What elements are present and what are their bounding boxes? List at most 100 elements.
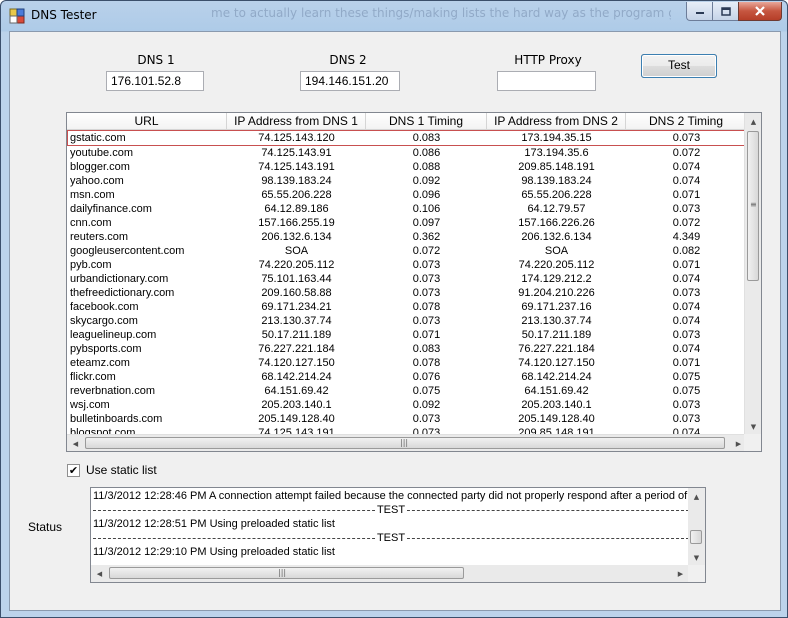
cell-dns2-timing[interactable]: 0.074	[626, 300, 747, 314]
cell-ip-dns1[interactable]: 65.55.206.228	[227, 188, 366, 202]
cell-url[interactable]: youtube.com	[67, 146, 227, 160]
cell-dns1-timing[interactable]: 0.106	[366, 202, 487, 216]
table-row[interactable]: thefreedictionary.com 209.160.58.88 0.073 9…	[67, 286, 747, 300]
dns2-input[interactable]: 194.146.151.20	[300, 71, 400, 91]
cell-ip-dns1[interactable]: 74.125.143.120	[227, 130, 366, 146]
cell-dns2-timing[interactable]: 0.073	[626, 412, 747, 426]
cell-ip-dns2[interactable]: 65.55.206.228	[487, 188, 626, 202]
table-row[interactable]: flickr.com 68.142.214.24 0.076 68.142.214.2…	[67, 370, 747, 384]
scroll-left-icon[interactable]: ◀	[91, 565, 108, 582]
cell-dns1-timing[interactable]: 0.073	[366, 314, 487, 328]
cell-url[interactable]: urbandictionary.com	[67, 272, 227, 286]
column-header-ip-dns2[interactable]: IP Address from DNS 2	[487, 113, 626, 130]
cell-dns1-timing[interactable]: 0.092	[366, 398, 487, 412]
table-row[interactable]: dailyfinance.com 64.12.89.186 0.106 64.12.7…	[67, 202, 747, 216]
table-row[interactable]: msn.com 65.55.206.228 0.096 65.55.206.228 0.…	[67, 188, 747, 202]
cell-dns2-timing[interactable]: 4.349	[626, 230, 747, 244]
table-row[interactable]: cnn.com 157.166.255.19 0.097 157.166.226.26…	[67, 216, 747, 230]
cell-ip-dns2[interactable]: SOA	[487, 244, 626, 258]
cell-url[interactable]: skycargo.com	[67, 314, 227, 328]
cell-ip-dns1[interactable]: 64.151.69.42	[227, 384, 366, 398]
test-button[interactable]: Test	[641, 54, 717, 78]
cell-ip-dns2[interactable]: 98.139.183.24	[487, 174, 626, 188]
grid-vertical-scrollbar[interactable]: ▲ ≡ ▼	[744, 113, 761, 435]
cell-dns1-timing[interactable]: 0.075	[366, 384, 487, 398]
cell-ip-dns2[interactable]: 50.17.211.189	[487, 328, 626, 342]
table-row[interactable]: pybsports.com 76.227.221.184 0.083 76.227.2…	[67, 342, 747, 356]
cell-ip-dns2[interactable]: 76.227.221.184	[487, 342, 626, 356]
cell-dns1-timing[interactable]: 0.362	[366, 230, 487, 244]
cell-dns1-timing[interactable]: 0.078	[366, 356, 487, 370]
cell-url[interactable]: eteamz.com	[67, 356, 227, 370]
cell-url[interactable]: dailyfinance.com	[67, 202, 227, 216]
use-static-list-checkbox[interactable]: ✔	[67, 464, 80, 477]
table-row[interactable]: googleusercontent.com SOA 0.072 SOA 0.082	[67, 244, 747, 258]
dns1-input[interactable]: 176.101.52.8	[106, 71, 204, 91]
maximize-button[interactable]	[712, 2, 738, 21]
cell-dns2-timing[interactable]: 0.074	[626, 314, 747, 328]
cell-ip-dns1[interactable]: 69.171.234.21	[227, 300, 366, 314]
cell-url[interactable]: leaguelineup.com	[67, 328, 227, 342]
cell-ip-dns1[interactable]: 157.166.255.19	[227, 216, 366, 230]
grid-horizontal-scroll-thumb[interactable]: |||	[85, 437, 725, 449]
cell-dns1-timing[interactable]: 0.078	[366, 300, 487, 314]
cell-dns2-timing[interactable]: 0.082	[626, 244, 747, 258]
cell-ip-dns2[interactable]: 206.132.6.134	[487, 230, 626, 244]
close-button[interactable]	[738, 2, 782, 21]
status-horizontal-scroll-thumb[interactable]: |||	[109, 567, 464, 579]
cell-ip-dns2[interactable]: 69.171.237.16	[487, 300, 626, 314]
cell-dns1-timing[interactable]: 0.083	[366, 130, 487, 146]
cell-ip-dns2[interactable]: 74.120.127.150	[487, 356, 626, 370]
cell-url[interactable]: wsj.com	[67, 398, 227, 412]
cell-dns2-timing[interactable]: 0.074	[626, 272, 747, 286]
cell-url[interactable]: gstatic.com	[67, 130, 227, 146]
cell-ip-dns1[interactable]: 213.130.37.74	[227, 314, 366, 328]
cell-ip-dns2[interactable]: 64.12.79.57	[487, 202, 626, 216]
status-log[interactable]: 11/3/2012 12:28:46 PM A connection attem…	[90, 487, 706, 583]
cell-dns1-timing[interactable]: 0.088	[366, 160, 487, 174]
scroll-right-icon[interactable]: ▶	[672, 565, 689, 582]
scroll-left-icon[interactable]: ◀	[67, 435, 84, 451]
cell-ip-dns1[interactable]: 64.12.89.186	[227, 202, 366, 216]
cell-ip-dns1[interactable]: 68.142.214.24	[227, 370, 366, 384]
cell-dns1-timing[interactable]: 0.083	[366, 342, 487, 356]
cell-url[interactable]: msn.com	[67, 188, 227, 202]
table-row[interactable]: urbandictionary.com 75.101.163.44 0.073 174…	[67, 272, 747, 286]
grid-vertical-scroll-thumb[interactable]: ≡	[747, 131, 759, 281]
cell-dns2-timing[interactable]: 0.073	[626, 286, 747, 300]
cell-dns2-timing[interactable]: 0.074	[626, 160, 747, 174]
use-static-list-label[interactable]: Use static list	[86, 463, 157, 477]
cell-dns1-timing[interactable]: 0.072	[366, 244, 487, 258]
cell-ip-dns1[interactable]: 75.101.163.44	[227, 272, 366, 286]
cell-dns1-timing[interactable]: 0.073	[366, 286, 487, 300]
column-header-dns2-timing[interactable]: DNS 2 Timing	[626, 113, 747, 130]
cell-dns1-timing[interactable]: 0.073	[366, 272, 487, 286]
cell-url[interactable]: facebook.com	[67, 300, 227, 314]
cell-dns1-timing[interactable]: 0.073	[366, 258, 487, 272]
table-row[interactable]: eteamz.com 74.120.127.150 0.078 74.120.127.…	[67, 356, 747, 370]
cell-ip-dns1[interactable]: 74.125.143.191	[227, 160, 366, 174]
cell-dns1-timing[interactable]: 0.076	[366, 370, 487, 384]
cell-url[interactable]: yahoo.com	[67, 174, 227, 188]
cell-ip-dns2[interactable]: 157.166.226.26	[487, 216, 626, 230]
status-vertical-scroll-thumb[interactable]	[690, 530, 702, 544]
cell-dns2-timing[interactable]: 0.074	[626, 174, 747, 188]
cell-ip-dns1[interactable]: SOA	[227, 244, 366, 258]
cell-url[interactable]: googleusercontent.com	[67, 244, 227, 258]
cell-url[interactable]: reuters.com	[67, 230, 227, 244]
cell-ip-dns2[interactable]: 173.194.35.15	[487, 130, 626, 146]
table-row[interactable]: youtube.com 74.125.143.91 0.086 173.194.35.…	[67, 146, 747, 160]
cell-ip-dns2[interactable]: 64.151.69.42	[487, 384, 626, 398]
cell-dns2-timing[interactable]: 0.075	[626, 370, 747, 384]
scroll-down-icon[interactable]: ▼	[688, 549, 705, 566]
cell-ip-dns2[interactable]: 213.130.37.74	[487, 314, 626, 328]
table-row[interactable]: pyb.com 74.220.205.112 0.073 74.220.205.112…	[67, 258, 747, 272]
cell-url[interactable]: blogger.com	[67, 160, 227, 174]
http-proxy-input[interactable]	[497, 71, 596, 91]
cell-dns2-timing[interactable]: 0.073	[626, 328, 747, 342]
status-vertical-scrollbar[interactable]: ▲ ▼	[688, 488, 705, 566]
cell-url[interactable]: flickr.com	[67, 370, 227, 384]
scroll-up-icon[interactable]: ▲	[745, 113, 761, 130]
column-header-ip-dns1[interactable]: IP Address from DNS 1	[227, 113, 366, 130]
cell-dns2-timing[interactable]: 0.073	[626, 398, 747, 412]
